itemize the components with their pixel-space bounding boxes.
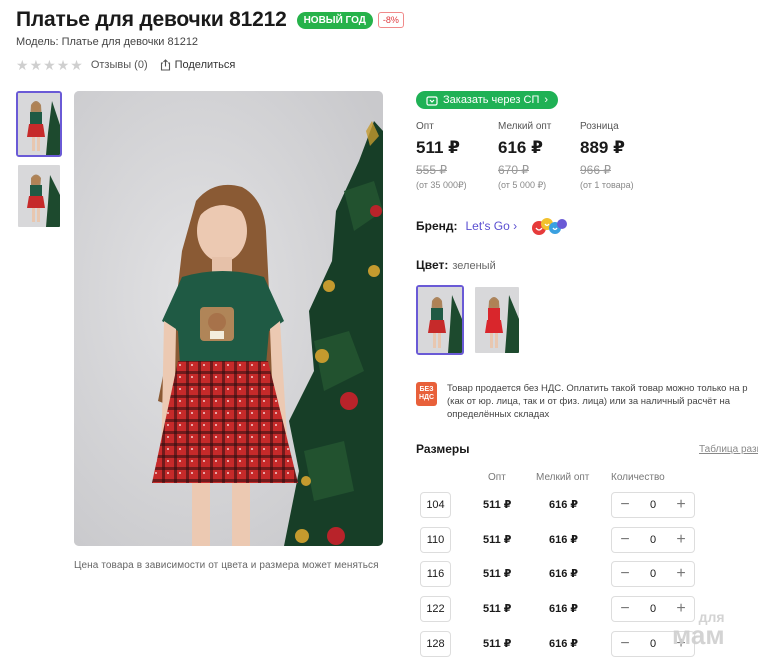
price-tier-note: (от 1 товара) — [580, 180, 634, 190]
plus-button[interactable]: + — [674, 532, 688, 548]
size-opt-price: 511 ₽ — [483, 603, 512, 615]
no-vat-badge: БЕЗ НДС — [416, 382, 437, 406]
price-tier-label: Мелкий опт — [498, 121, 552, 132]
watermark-line2: мам — [672, 620, 725, 650]
share-label: Поделиться — [174, 59, 236, 71]
price-tier-retail: Розница 889 ₽ 966 ₽ (от 1 товара) — [580, 121, 662, 191]
chevron-right-icon: › — [513, 219, 518, 233]
star-icon: ★ — [43, 57, 56, 73]
star-icon: ★ — [56, 57, 70, 73]
price-tier-price: 616 ₽ — [498, 138, 543, 157]
column-header-quantity: Количество — [611, 472, 665, 483]
rating-stars: ★ ★ ★ ★ ★ — [16, 58, 83, 72]
quantity-stepper: − 0 + — [611, 561, 695, 587]
quantity-value[interactable]: 0 — [650, 603, 656, 615]
price-tier-old-price: 555 ₽ — [416, 163, 447, 177]
brand-link[interactable]: Let's Go › — [466, 219, 518, 233]
price-tier-price: 889 ₽ — [580, 138, 625, 157]
price-tier-note: (от 5 000 ₽) — [498, 180, 547, 190]
color-swatches — [416, 285, 521, 355]
quantity-stepper: − 0 + — [611, 527, 695, 553]
chevron-right-icon: › — [544, 94, 549, 106]
cart-icon — [426, 95, 438, 106]
thumbnail-list — [16, 91, 62, 235]
discount-badge: -8% — [377, 12, 404, 28]
size-row: 116 511 ₽ 616 ₽ − 0 + — [420, 561, 758, 587]
color-swatch-green[interactable] — [416, 285, 464, 355]
product-title: Платье для девочки 81212 — [16, 8, 287, 31]
quantity-value[interactable]: 0 — [650, 534, 656, 546]
share-icon — [160, 59, 170, 71]
minus-button[interactable]: − — [618, 566, 632, 582]
size-label: 122 — [420, 596, 451, 622]
price-tier-opt: Опт 511 ₽ 555 ₽ (от 35 000₽) — [416, 121, 498, 191]
thumbnail-front[interactable] — [16, 91, 62, 157]
size-opt-price: 511 ₽ — [483, 638, 512, 650]
product-model: Модель: Платье для девочки 81212 — [16, 36, 199, 48]
watermark: для мам — [672, 610, 725, 648]
brand-logo[interactable] — [531, 214, 569, 238]
size-small-opt-price: 616 ₽ — [549, 534, 579, 546]
price-tier-old-price: 670 ₽ — [498, 163, 529, 177]
quantity-value[interactable]: 0 — [650, 499, 656, 511]
no-vat-badge-line1: БЕЗ — [419, 386, 434, 393]
size-small-opt-price: 616 ₽ — [549, 568, 579, 580]
rating-row: ★ ★ ★ ★ ★ Отзывы (0) Поделиться — [16, 58, 235, 72]
star-icon: ★ — [16, 57, 29, 73]
vat-notice-text: Товар продается без НДС. Оплатить такой … — [447, 383, 748, 420]
quantity-stepper: − 0 + — [611, 492, 695, 518]
share-button[interactable]: Поделиться — [160, 59, 236, 71]
order-via-sp-button[interactable]: Заказать через СП › — [416, 91, 559, 109]
title-row: Платье для девочки 81212 НОВЫЙ ГОД -8% — [16, 8, 404, 32]
color-swatch-red[interactable] — [473, 285, 521, 355]
price-tier-small-opt: Мелкий опт 616 ₽ 670 ₽ (от 5 000 ₽) — [498, 121, 580, 191]
minus-button[interactable]: − — [618, 601, 632, 617]
vat-notice: БЕЗ НДС Товар продается без НДС. Оплатить… — [416, 382, 758, 421]
no-vat-badge-line2: НДС — [418, 394, 435, 401]
size-label: 110 — [420, 527, 451, 553]
new-year-badge: НОВЫЙ ГОД — [296, 11, 373, 29]
price-tier-old-price: 966 ₽ — [580, 163, 611, 177]
column-header-small-opt: Мелкий опт — [536, 472, 590, 483]
size-opt-price: 511 ₽ — [483, 499, 512, 511]
quantity-value[interactable]: 0 — [650, 568, 656, 580]
brand-name: Let's Go — [465, 219, 510, 233]
brand-row: Бренд: Let's Go › — [416, 214, 569, 238]
minus-button[interactable]: − — [618, 636, 632, 652]
thumbnail-side[interactable] — [16, 163, 62, 229]
reviews-link[interactable]: Отзывы (0) — [91, 59, 148, 71]
sizes-title: Размеры — [416, 442, 470, 456]
price-caption: Цена товара в зависимости от цвета и раз… — [74, 560, 379, 571]
size-opt-price: 511 ₽ — [483, 534, 512, 546]
column-header-opt: Опт — [488, 472, 506, 483]
size-label: 104 — [420, 492, 451, 518]
main-product-photo[interactable] — [74, 91, 383, 546]
price-tier-price: 511 ₽ — [416, 138, 460, 157]
size-label: 116 — [420, 561, 451, 587]
order-via-sp-label: Заказать через СП — [443, 94, 540, 106]
minus-button[interactable]: − — [618, 532, 632, 548]
size-row: 104 511 ₽ 616 ₽ − 0 + — [420, 492, 758, 518]
quantity-value[interactable]: 0 — [650, 638, 656, 650]
plus-button[interactable]: + — [674, 566, 688, 582]
size-label: 128 — [420, 631, 451, 657]
price-tiers: Опт 511 ₽ 555 ₽ (от 35 000₽) Мелкий опт … — [416, 121, 662, 191]
color-label: Цвет: — [416, 258, 449, 272]
brand-label: Бренд: — [416, 219, 458, 233]
size-small-opt-price: 616 ₽ — [549, 499, 579, 511]
color-row: Цвет: зеленый — [416, 258, 496, 272]
size-table-link[interactable]: Таблица разм — [699, 444, 758, 455]
price-tier-label: Опт — [416, 121, 434, 132]
size-row: 110 511 ₽ 616 ₽ − 0 + — [420, 527, 758, 553]
size-opt-price: 511 ₽ — [483, 568, 512, 580]
star-icon: ★ — [29, 57, 43, 73]
minus-button[interactable]: − — [618, 497, 632, 513]
size-small-opt-price: 616 ₽ — [549, 638, 579, 650]
price-tier-note: (от 35 000₽) — [416, 180, 467, 190]
price-tier-label: Розница — [580, 121, 619, 132]
size-small-opt-price: 616 ₽ — [549, 603, 579, 615]
color-value: зеленый — [452, 260, 496, 272]
plus-button[interactable]: + — [674, 497, 688, 513]
star-icon: ★ — [70, 57, 83, 73]
